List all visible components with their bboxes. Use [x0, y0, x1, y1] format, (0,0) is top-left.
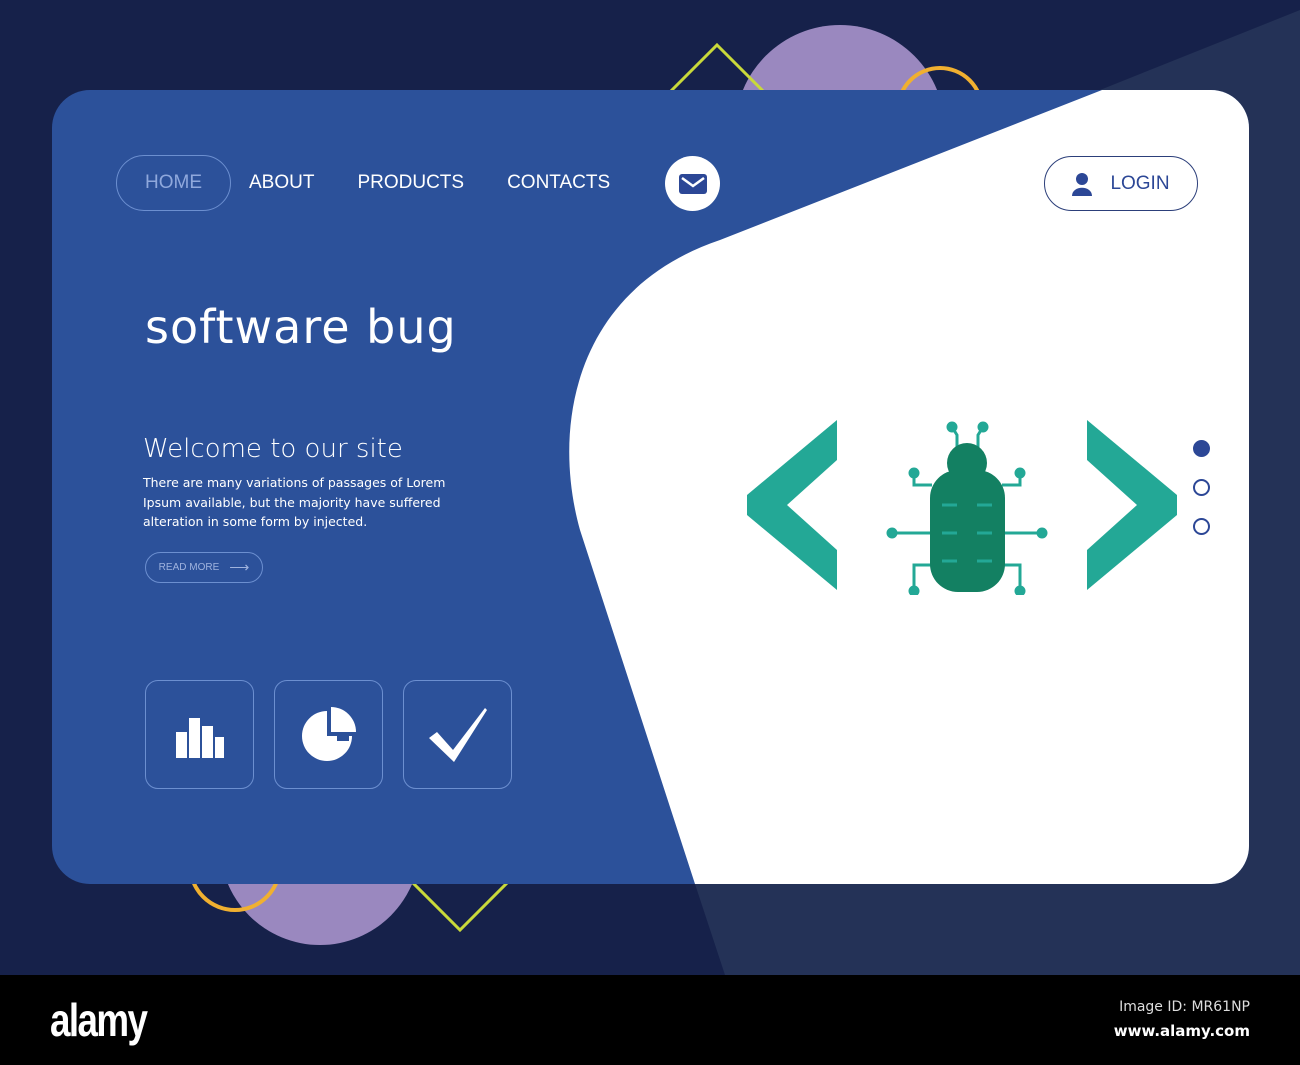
pie-chart-icon	[301, 706, 356, 761]
footer-bar: alamy Image ID: MR61NP www.alamy.com	[0, 975, 1300, 1065]
nav-contacts[interactable]: CONTACTS	[507, 172, 610, 194]
code-bracket-right-icon	[1087, 420, 1177, 590]
bar-chart-icon	[175, 717, 224, 758]
site-url: www.alamy.com	[1113, 1022, 1250, 1040]
slide-dot-2[interactable]	[1193, 479, 1210, 496]
nav-about[interactable]: ABOUT	[249, 172, 314, 194]
main-nav: HOME ABOUT PRODUCTS CONTACTS	[116, 155, 653, 211]
slide-dot-3[interactable]	[1193, 518, 1210, 535]
checkmark-button[interactable]	[403, 680, 512, 789]
page-title: software bug	[145, 300, 457, 354]
login-button[interactable]: LOGIN	[1044, 156, 1198, 211]
nav-products[interactable]: PRODUCTS	[357, 172, 464, 194]
landing-card: HOME ABOUT PRODUCTS CONTACTS LOGIN softw…	[52, 90, 1249, 884]
code-bracket-left-icon	[747, 420, 837, 590]
user-icon	[1072, 172, 1093, 196]
checkmark-icon	[428, 707, 487, 762]
image-id: Image ID: MR61NP	[1119, 999, 1250, 1015]
slide-dot-1[interactable]	[1193, 440, 1210, 457]
nav-home[interactable]: HOME	[116, 155, 231, 211]
envelope-icon	[678, 173, 707, 194]
arrow-right-icon: ⟶	[229, 559, 250, 575]
welcome-heading: Welcome to our site	[143, 434, 403, 464]
alamy-logo: alamy	[50, 994, 148, 1046]
mail-button[interactable]	[665, 156, 720, 211]
bar-chart-button[interactable]	[145, 680, 254, 789]
pie-chart-button[interactable]	[274, 680, 383, 789]
welcome-description: There are many variations of passages of…	[143, 475, 446, 529]
bug-illustration	[747, 420, 1177, 595]
slider-dots	[1193, 440, 1210, 557]
login-label: LOGIN	[1110, 172, 1170, 194]
read-more-button[interactable]: READ MORE ⟶	[145, 552, 263, 583]
read-more-label: READ MORE	[158, 562, 220, 573]
